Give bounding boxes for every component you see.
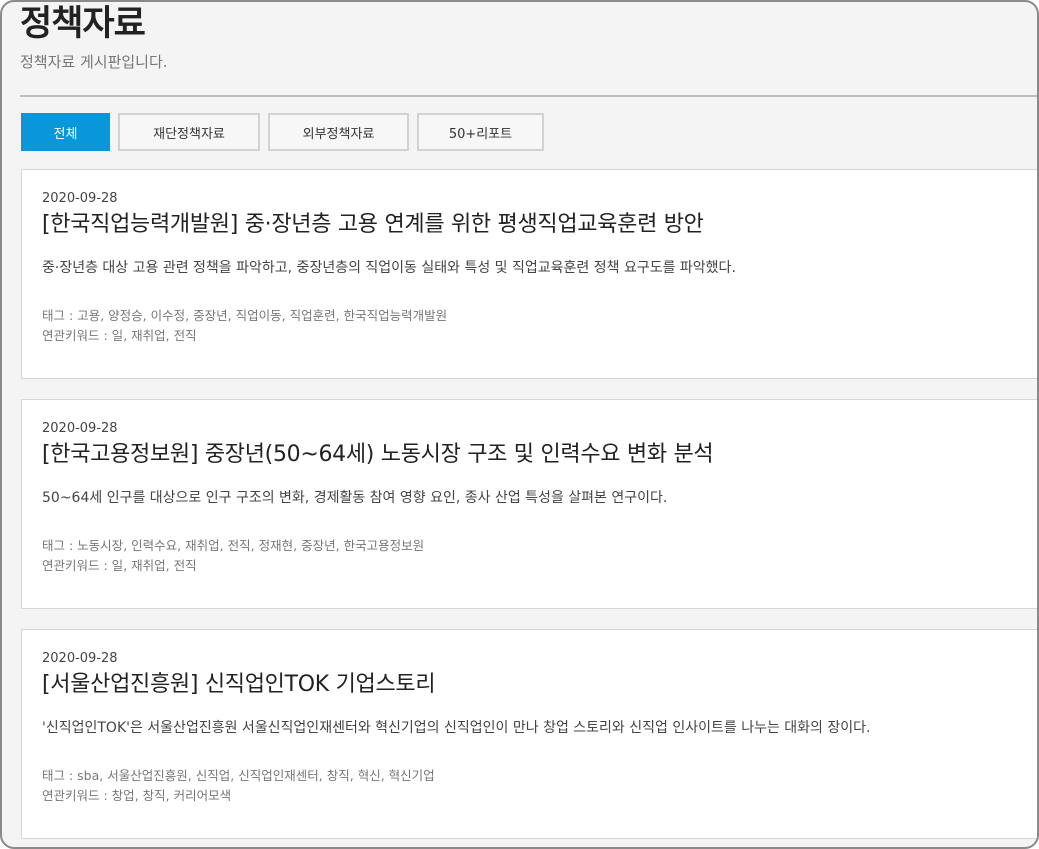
post-card[interactable]: 2020-09-28 [한국고용정보원] 중장년(50~64세) 노동시장 구조… (21, 399, 1037, 609)
tag-link[interactable]: 고용 (77, 308, 100, 323)
tag-link[interactable]: 전직 (228, 538, 251, 553)
post-tags: 태그 : 노동시장, 인력수요, 재취업, 전직, 정재현, 중장년, 한국고용… (42, 538, 425, 553)
tag-link[interactable]: 직업이동 (236, 308, 282, 323)
tag-link[interactable]: 서울산업진흥원 (107, 768, 188, 783)
keyword-link[interactable]: 재취업 (131, 328, 166, 343)
tag-link[interactable]: sba (77, 768, 99, 783)
tag-link[interactable]: 중장년 (193, 308, 228, 323)
post-date: 2020-09-28 (42, 191, 118, 206)
tag-link[interactable]: 신직업 (196, 768, 231, 783)
keyword-link[interactable]: 일 (112, 328, 124, 343)
post-summary: 50~64세 인구를 대상으로 인구 구조의 변화, 경제활동 참여 영향 요인… (42, 490, 668, 506)
tag-link[interactable]: 노동시장 (77, 538, 123, 553)
post-card[interactable]: 2020-09-28 [서울산업진흥원] 신직업인TOK 기업스토리 '신직업인… (21, 629, 1037, 839)
post-summary: '신직업인TOK'은 서울산업진흥원 서울신직업인재센터와 혁신기업의 신직업인… (42, 720, 871, 736)
keywords-label: 연관키워드 : (42, 788, 108, 803)
header-divider (20, 95, 1037, 97)
tab-50plus-report[interactable]: 50+리포트 (417, 113, 544, 151)
keyword-link[interactable]: 전직 (174, 558, 197, 573)
keyword-link[interactable]: 창직 (143, 788, 166, 803)
keyword-link[interactable]: 일 (112, 558, 124, 573)
post-date: 2020-09-28 (42, 651, 118, 666)
tab-foundation-policy[interactable]: 재단정책자료 (118, 113, 260, 151)
tag-link[interactable]: 혁신기업 (389, 768, 435, 783)
page-subtitle: 정책자료 게시판입니다. (20, 53, 168, 71)
tab-all[interactable]: 전체 (21, 113, 110, 151)
keywords-label: 연관키워드 : (42, 328, 108, 343)
tag-link[interactable]: 신직업인재센터 (238, 768, 319, 783)
tag-link[interactable]: 이수정 (151, 308, 186, 323)
post-card[interactable]: 2020-09-28 [한국직업능력개발원] 중·장년층 고용 연계를 위한 평… (21, 169, 1037, 379)
post-title-link[interactable]: [한국직업능력개발원] 중·장년층 고용 연계를 위한 평생직업교육훈련 방안 (42, 210, 704, 240)
post-date: 2020-09-28 (42, 421, 118, 436)
post-keywords: 연관키워드 : 일, 재취업, 전직 (42, 558, 197, 573)
post-keywords: 연관키워드 : 일, 재취업, 전직 (42, 328, 197, 343)
keywords-label: 연관키워드 : (42, 558, 108, 573)
tag-link[interactable]: 한국고용정보원 (344, 538, 425, 553)
tag-link[interactable]: 양정승 (108, 308, 143, 323)
keyword-link[interactable]: 전직 (174, 328, 197, 343)
tag-link[interactable]: 직업훈련 (290, 308, 336, 323)
post-summary: 중·장년층 대상 고용 관련 정책을 파악하고, 중장년층의 직업이동 실태와 … (42, 260, 736, 276)
tags-label: 태그 : (42, 768, 74, 783)
keyword-link[interactable]: 재취업 (131, 558, 166, 573)
tag-link[interactable]: 정재현 (259, 538, 294, 553)
browser-frame: 정책자료 정책자료 게시판입니다. 전체 재단정책자료 외부정책자료 50+리포… (0, 0, 1039, 849)
tag-link[interactable]: 중장년 (301, 538, 336, 553)
tag-link[interactable]: 혁신 (358, 768, 381, 783)
tag-link[interactable]: 한국직업능력개발원 (344, 308, 448, 323)
tag-link[interactable]: 창직 (327, 768, 350, 783)
post-title-link[interactable]: [서울산업진흥원] 신직업인TOK 기업스토리 (42, 670, 436, 700)
post-title-link[interactable]: [한국고용정보원] 중장년(50~64세) 노동시장 구조 및 인력수요 변화 … (42, 440, 714, 470)
post-tags: 태그 : 고용, 양정승, 이수정, 중장년, 직업이동, 직업훈련, 한국직업… (42, 308, 448, 323)
page-title: 정책자료 (20, 4, 146, 44)
tag-link[interactable]: 인력수요 (131, 538, 177, 553)
post-tags: 태그 : sba, 서울산업진흥원, 신직업, 신직업인재센터, 창직, 혁신,… (42, 768, 435, 783)
tags-label: 태그 : (42, 538, 74, 553)
category-tabs: 전체 재단정책자료 외부정책자료 50+리포트 (21, 113, 544, 151)
tab-external-policy[interactable]: 외부정책자료 (268, 113, 409, 151)
keyword-link[interactable]: 창업 (112, 788, 135, 803)
keyword-link[interactable]: 커리어모색 (174, 788, 232, 803)
post-keywords: 연관키워드 : 창업, 창직, 커리어모색 (42, 788, 232, 803)
tag-link[interactable]: 재취업 (185, 538, 220, 553)
tags-label: 태그 : (42, 308, 74, 323)
